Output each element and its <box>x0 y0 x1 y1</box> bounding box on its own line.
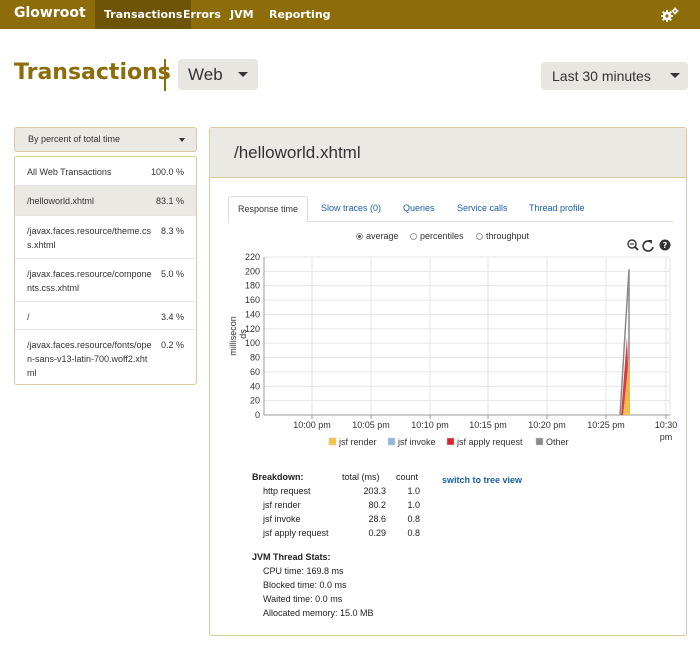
transaction-type-dropdown[interactable]: Web <box>178 59 258 90</box>
transaction-percent: 100.0 % <box>150 167 184 177</box>
jvm-blocked-time: Blocked time: 0.0 ms <box>263 580 347 590</box>
time-range-value: Last 30 minutes <box>552 68 651 84</box>
breakdown-row-total: 80.2 <box>368 500 386 510</box>
x-tick-label: 10:20 pm <box>528 420 566 430</box>
transaction-item[interactable]: All Web Transactions 100.0 % <box>15 157 196 186</box>
legend-swatch <box>328 437 337 446</box>
transaction-item-selected[interactable]: /helloworld.xhtml 83.1 % <box>15 186 196 216</box>
transaction-detail-panel: /helloworld.xhtml Response time Slow tra… <box>209 127 687 636</box>
nav-jvm[interactable]: JVM <box>221 0 263 29</box>
jvm-cpu-time: CPU time: 169.8 ms <box>263 566 344 576</box>
x-tick-label: 10:25 pm <box>587 420 625 430</box>
y-tick-label: 160 <box>245 295 260 305</box>
jvm-stats-heading: JVM Thread Stats: <box>252 552 331 562</box>
switch-to-tree-view-link[interactable]: switch to tree view <box>442 475 522 485</box>
time-range-dropdown[interactable]: Last 30 minutes <box>541 62 688 90</box>
title-divider <box>164 59 166 91</box>
legend-swatch <box>387 437 396 446</box>
breakdown-row-name: http request <box>263 486 311 496</box>
x-tick-label: pm <box>660 432 673 442</box>
chevron-down-icon <box>238 72 248 77</box>
breakdown-row-total: 203.3 <box>363 486 386 496</box>
breakdown-row-count: 1.0 <box>407 500 420 510</box>
gear-icon[interactable] <box>660 6 680 24</box>
x-tick-label: 10:00 pm <box>293 420 331 430</box>
chevron-down-icon <box>179 138 185 142</box>
legend-swatch <box>446 437 455 446</box>
transaction-type-value: Web <box>188 65 223 84</box>
transaction-name: All Web Transactions <box>27 167 112 177</box>
breakdown-col-count: count <box>396 472 419 482</box>
jvm-allocated-memory: Allocated memory: 15.0 MB <box>263 608 374 618</box>
jvm-waited-time: Waited time: 0.0 ms <box>263 594 343 604</box>
transaction-name: /helloworld.xhtml <box>27 196 95 206</box>
transaction-percent: 8.3 % <box>160 226 184 236</box>
sort-label: By percent of total time <box>28 134 121 144</box>
y-axis-label: millisecon <box>228 316 238 356</box>
breakdown-row-name: jsf invoke <box>263 514 301 524</box>
breakdown-row-total: 28.6 <box>368 514 386 524</box>
transaction-percent: 0.2 % <box>160 340 184 350</box>
transaction-item[interactable]: /javax.faces.resource/theme.css.xhtml 8.… <box>15 216 196 259</box>
transaction-name: /javax.faces.resource/fonts/open-sans-v1… <box>27 340 152 378</box>
legend-label: Other <box>546 437 569 447</box>
transaction-name: /javax.faces.resource/theme.css.xhtml <box>27 226 152 250</box>
y-tick-label: 40 <box>250 381 260 391</box>
y-axis-label: ds <box>238 329 248 339</box>
x-tick-label: 10:05 pm <box>352 420 390 430</box>
legend-label: jsf apply request <box>456 437 523 447</box>
transaction-percent: 5.0 % <box>160 269 184 279</box>
transaction-name: / <box>27 312 30 322</box>
plot-area <box>263 256 671 416</box>
y-tick-label: 20 <box>250 396 260 406</box>
y-tick-label: 0 <box>255 410 260 420</box>
transaction-name: /javax.faces.resource/components.css.xht… <box>27 269 152 293</box>
y-tick-label: 200 <box>245 266 260 276</box>
breakdown-row-name: jsf render <box>263 500 301 510</box>
y-tick-label: 220 <box>245 252 260 262</box>
page-title: Transactions <box>14 60 171 85</box>
transaction-list: All Web Transactions 100.0 % /helloworld… <box>14 156 197 385</box>
x-tick-label: 10:15 pm <box>469 420 507 430</box>
transaction-item[interactable]: /javax.faces.resource/components.css.xht… <box>15 259 196 302</box>
brand-logo[interactable]: Glowroot <box>14 5 86 21</box>
breakdown-row-count: 1.0 <box>407 486 420 496</box>
legend-label: jsf invoke <box>397 437 436 447</box>
breakdown-heading: Breakdown: <box>252 472 304 482</box>
y-tick-label: 80 <box>250 353 260 363</box>
breakdown-row-total: 0.29 <box>368 528 386 538</box>
transaction-item[interactable]: /javax.faces.resource/fonts/open-sans-v1… <box>15 330 196 384</box>
x-tick-label: 10:10 pm <box>411 420 449 430</box>
y-tick-label: 60 <box>250 367 260 377</box>
chevron-down-icon <box>670 73 680 78</box>
x-tick-label: 10:30 <box>655 420 678 430</box>
y-tick-label: 180 <box>245 281 260 291</box>
transaction-percent: 83.1 % <box>155 196 184 206</box>
breakdown-col-total: total (ms) <box>342 472 380 482</box>
response-time-chart: 02040608010012014016018020022010:00 pm 10… <box>228 252 678 447</box>
y-tick-label: 140 <box>245 309 260 319</box>
breakdown-row-name: jsf apply request <box>263 528 329 538</box>
breakdown-row-count: 0.8 <box>407 528 420 538</box>
sort-dropdown[interactable]: By percent of total time <box>14 127 197 152</box>
legend-swatch <box>535 437 544 446</box>
legend-label: jsf render <box>338 437 377 447</box>
transaction-item[interactable]: / 3.4 % <box>15 302 196 330</box>
top-navbar: Glowroot Transactions Errors JVM Reporti… <box>0 0 700 29</box>
nav-reporting[interactable]: Reporting <box>260 0 340 29</box>
transaction-percent: 3.4 % <box>160 312 184 322</box>
breakdown-row-count: 0.8 <box>407 514 420 524</box>
